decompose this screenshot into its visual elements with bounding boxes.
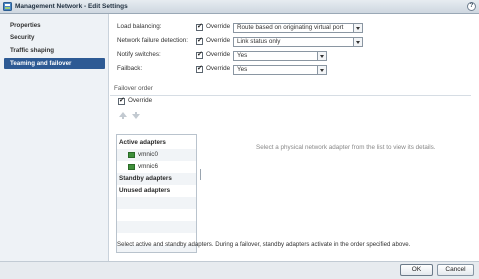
checkmark-icon: ✓ <box>119 97 125 104</box>
adapter-details-hint: Select a physical network adapter from t… <box>256 144 436 151</box>
notify-switches-select[interactable]: Yes <box>233 51 327 61</box>
divider <box>110 95 471 96</box>
chevron-down-icon <box>353 24 362 32</box>
dialog-footer: OK Cancel <box>0 261 479 279</box>
network-failure-detection-value: Link status only <box>237 38 281 45</box>
checkmark-icon: ✓ <box>197 37 203 44</box>
notify-switches-value: Yes <box>237 52 248 59</box>
load-balancing-override-label: Override <box>206 23 231 30</box>
notify-switches-override-label: Override <box>206 51 231 58</box>
arrow-down-icon[interactable] <box>132 112 140 119</box>
help-button[interactable]: ? <box>467 2 476 11</box>
list-item[interactable]: vmnic6 <box>117 161 196 173</box>
failover-order-heading: Failover order <box>114 85 153 92</box>
ok-button[interactable]: OK <box>400 264 433 276</box>
failback-label: Failback: <box>117 65 143 72</box>
failover-help-text: Select active and standby adapters. Duri… <box>117 241 411 248</box>
cancel-button[interactable]: Cancel <box>437 264 474 276</box>
checkmark-icon: ✓ <box>197 23 203 30</box>
network-adapter-icon <box>128 164 135 170</box>
checkmark-icon: ✓ <box>197 51 203 58</box>
load-balancing-override-checkbox[interactable]: ✓ <box>196 23 203 31</box>
window-titlebar: Management Network - Edit Settings ? <box>0 0 479 14</box>
splitter-handle[interactable] <box>199 169 202 180</box>
network-adapter-icon <box>128 152 135 158</box>
notify-switches-override-checkbox[interactable]: ✓ <box>196 51 203 59</box>
failover-override-checkbox[interactable]: ✓ <box>118 97 125 105</box>
sidebar-item-teaming-and-failover[interactable]: Teaming and failover <box>4 58 105 69</box>
adapter-name: vmnic0 <box>138 151 158 158</box>
chevron-down-icon <box>317 66 326 74</box>
failover-override-label: Override <box>128 97 153 104</box>
chevron-down-icon <box>317 52 326 60</box>
arrow-up-icon[interactable] <box>119 112 127 119</box>
sidebar: Properties Security Traffic shaping Team… <box>0 14 109 261</box>
list-item <box>117 209 196 221</box>
network-failure-override-checkbox[interactable]: ✓ <box>196 37 203 45</box>
failback-override-label: Override <box>206 65 231 72</box>
failback-select[interactable]: Yes <box>233 65 327 75</box>
load-balancing-label: Load balancing: <box>117 23 162 30</box>
adapter-name: vmnic6 <box>138 163 158 170</box>
list-item <box>117 197 196 209</box>
sidebar-item-traffic-shaping[interactable]: Traffic shaping <box>4 45 105 56</box>
network-icon <box>3 2 12 11</box>
sidebar-item-properties[interactable]: Properties <box>4 20 105 31</box>
network-failure-detection-label: Network failure detection: <box>117 37 189 44</box>
chevron-down-icon <box>353 38 362 46</box>
unused-adapters-header: Unused adapters <box>119 187 171 194</box>
load-balancing-select[interactable]: Route based on originating virtual port <box>233 23 363 33</box>
notify-switches-label: Notify switches: <box>117 51 161 58</box>
checkmark-icon: ✓ <box>197 65 203 72</box>
failback-override-checkbox[interactable]: ✓ <box>196 65 203 73</box>
list-item <box>117 221 196 233</box>
network-failure-override-label: Override <box>206 37 231 44</box>
window-title: Management Network - Edit Settings <box>15 3 128 10</box>
sidebar-item-security[interactable]: Security <box>4 32 105 43</box>
network-failure-detection-select[interactable]: Link status only <box>233 37 363 47</box>
standby-adapters-header: Standby adapters <box>117 173 196 185</box>
adapter-list[interactable]: Active adapters vmnic0 vmnic6 Standby ad… <box>116 134 197 253</box>
load-balancing-value: Route based on originating virtual port <box>237 24 344 31</box>
adapter-vmnic0[interactable]: vmnic0 <box>128 150 188 160</box>
active-adapters-header: Active adapters <box>119 139 166 146</box>
adapter-vmnic6[interactable]: vmnic6 <box>128 162 188 172</box>
settings-panel: Load balancing: ✓ Override Route based o… <box>110 14 479 261</box>
failback-value: Yes <box>237 66 248 73</box>
list-item[interactable]: vmnic0 <box>117 149 196 161</box>
